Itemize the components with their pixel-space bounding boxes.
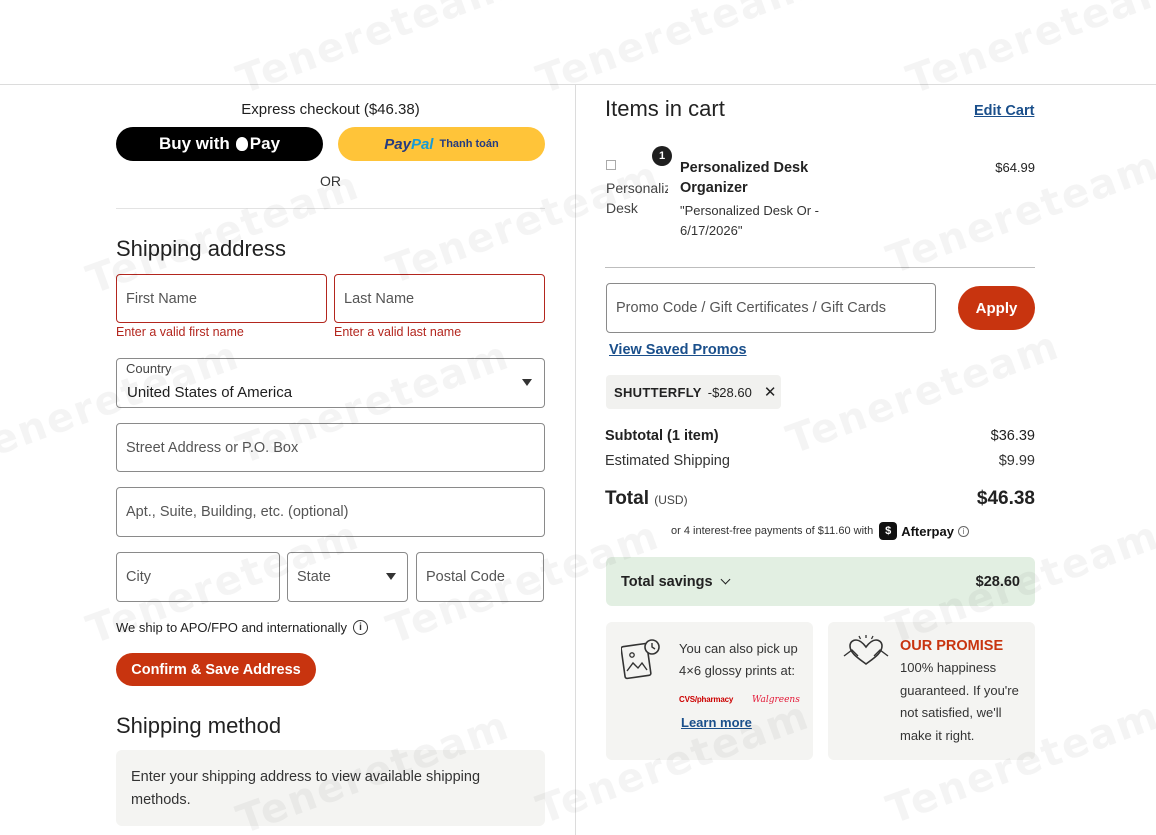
subtotal-row: Subtotal (1 item) $36.39 — [605, 428, 1035, 444]
last-name-placeholder: Last Name — [344, 290, 415, 307]
state-placeholder: State — [297, 569, 331, 585]
photo-print-icon — [621, 639, 660, 680]
apple-pay-suffix: Pay — [249, 134, 281, 153]
postal-code-field[interactable]: Postal Code — [416, 552, 544, 602]
shipping-method-message: Enter your shipping address to view avai… — [116, 750, 545, 826]
afterpay-logo-icon: $ — [879, 522, 898, 540]
pickup-text: You can also pick up 4×6 glossy prints a… — [679, 641, 798, 678]
afterpay-text: or 4 interest-free payments of $11.60 wi… — [671, 525, 874, 537]
shipping-method-heading: Shipping method — [116, 713, 282, 738]
ship-note-text: We ship to APO/FPO and internationally — [116, 620, 347, 635]
walgreens-logo: Walgreens — [752, 695, 800, 705]
apple-logo-icon — [235, 137, 248, 151]
postal-placeholder: Postal Code — [426, 569, 505, 585]
shipping-value: $9.99 — [998, 453, 1035, 469]
product-image: Personalized Desk Organizer — [606, 158, 668, 218]
first-name-field[interactable]: First Name — [116, 274, 327, 323]
paypal-label: Thanh toán — [439, 138, 499, 150]
close-icon[interactable]: ✕ — [764, 383, 777, 401]
paypal-logo: PayPal — [384, 135, 434, 153]
site-header — [0, 0, 1156, 85]
chevron-down-icon — [386, 573, 396, 580]
product-description: "Personalized Desk Or - 6/17/2026" — [680, 203, 819, 238]
broken-image-icon — [606, 160, 616, 170]
subtotal-label: Subtotal (1 item) — [605, 428, 719, 444]
total-row: Total (USD) $46.38 — [605, 488, 1035, 510]
ship-international-note: We ship to APO/FPO and internationally i — [116, 620, 368, 635]
product-name: Personalized Desk Organizer — [680, 160, 809, 196]
first-name-error: Enter a valid first name — [116, 325, 244, 339]
city-field[interactable]: City — [116, 552, 280, 602]
paypal-button[interactable]: PayPal Thanh toán — [338, 127, 545, 161]
info-icon[interactable]: i — [957, 525, 969, 537]
product-price: $64.99 — [995, 160, 1035, 175]
savings-label: Total savings — [621, 574, 731, 590]
street-placeholder: Street Address or P.O. Box — [126, 439, 299, 456]
quantity-badge: 1 — [652, 146, 672, 166]
promo-amount: -$28.60 — [707, 384, 752, 400]
subtotal-value: $36.39 — [990, 428, 1035, 444]
afterpay-name: Afterpay — [901, 523, 954, 539]
afterpay-note: or 4 interest-free payments of $11.60 wi… — [605, 522, 1035, 540]
street-address-field[interactable]: Street Address or P.O. Box — [116, 423, 545, 472]
pickup-card: You can also pick up 4×6 glossy prints a… — [606, 622, 813, 760]
apt-placeholder: Apt., Suite, Building, etc. (optional) — [126, 504, 349, 520]
promo-code-input[interactable]: Promo Code / Gift Certificates / Gift Ca… — [606, 283, 936, 333]
first-name-placeholder: First Name — [126, 290, 197, 307]
cart-title: Items in cart — [605, 96, 725, 121]
total-label: Total (USD) — [605, 488, 688, 509]
chevron-down-icon — [720, 574, 731, 584]
last-name-error: Enter a valid last name — [334, 325, 462, 339]
promise-title: OUR PROMISE — [900, 638, 1004, 654]
view-saved-promos-link[interactable]: View Saved Promos — [609, 342, 747, 358]
country-value: United States of America — [127, 384, 293, 401]
shipping-row: Estimated Shipping $9.99 — [605, 453, 1035, 469]
country-label: Country — [126, 361, 172, 376]
column-divider — [575, 85, 576, 835]
heart-hands-icon — [843, 635, 889, 665]
cvs-logo: CVS/pharmacy — [679, 695, 734, 704]
promise-text: 100% happiness guaranteed. If you're not… — [900, 660, 1019, 743]
promo-code: SHUTTERFLY — [614, 384, 702, 400]
apply-promo-button[interactable]: Apply — [958, 286, 1035, 330]
applied-promo-chip: SHUTTERFLY -$28.60 ✕ — [606, 375, 781, 409]
shipping-label: Estimated Shipping — [605, 453, 730, 469]
savings-value: $28.60 — [975, 573, 1020, 590]
shipping-address-heading: Shipping address — [116, 236, 287, 261]
promo-placeholder: Promo Code / Gift Certificates / Gift Ca… — [616, 300, 886, 316]
express-checkout-title: Express checkout ($46.38) — [241, 101, 420, 118]
confirm-save-address-button[interactable]: Confirm & Save Address — [116, 653, 316, 686]
promise-card: OUR PROMISE 100% happiness guaranteed. I… — [828, 622, 1035, 760]
last-name-field[interactable]: Last Name — [334, 274, 545, 323]
info-icon[interactable]: i — [353, 620, 368, 635]
divider — [605, 267, 1035, 268]
divider — [116, 208, 545, 209]
chevron-down-icon — [522, 379, 532, 386]
edit-cart-link[interactable]: Edit Cart — [974, 103, 1034, 119]
apple-pay-button[interactable]: Buy with Pay — [116, 127, 323, 161]
or-separator: OR — [320, 173, 341, 189]
learn-more-link[interactable]: Learn more — [681, 715, 752, 730]
apt-suite-field[interactable]: Apt., Suite, Building, etc. (optional) — [116, 487, 545, 537]
apple-pay-label: Buy with — [158, 134, 230, 153]
total-value: $46.38 — [976, 488, 1035, 509]
total-savings-toggle[interactable]: Total savings $28.60 — [606, 557, 1035, 606]
city-placeholder: City — [126, 569, 151, 585]
